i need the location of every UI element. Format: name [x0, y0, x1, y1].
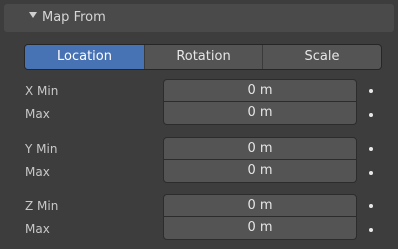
y-min-label: Y Min	[25, 142, 58, 156]
z-min-field[interactable]: 0 m	[163, 194, 357, 217]
panel-header-map-from[interactable]: Map From	[4, 4, 394, 32]
mapping-mode-selector: Location Rotation Scale	[24, 44, 382, 70]
disclosure-triangle-icon[interactable]	[29, 12, 37, 18]
y-max-keyframe-dot-icon[interactable]	[369, 171, 373, 175]
y-min-keyframe-dot-icon[interactable]	[369, 147, 373, 151]
z-max-label: Max	[25, 222, 50, 236]
z-min-keyframe-dot-icon[interactable]	[369, 204, 373, 208]
z-max-field[interactable]: 0 m	[163, 217, 357, 240]
z-max-keyframe-dot-icon[interactable]	[369, 228, 373, 232]
panel-title: Map From	[42, 10, 106, 25]
location-button[interactable]: Location	[25, 45, 144, 69]
y-max-label: Max	[25, 165, 50, 179]
y-max-field[interactable]: 0 m	[163, 160, 357, 183]
x-max-field[interactable]: 0 m	[163, 102, 357, 125]
x-min-label: X Min	[25, 84, 59, 98]
scale-button[interactable]: Scale	[262, 45, 381, 69]
x-max-keyframe-dot-icon[interactable]	[369, 113, 373, 117]
rotation-button[interactable]: Rotation	[144, 45, 262, 69]
x-max-label: Max	[25, 107, 50, 121]
z-min-label: Z Min	[25, 199, 59, 213]
x-min-keyframe-dot-icon[interactable]	[369, 89, 373, 93]
y-min-field[interactable]: 0 m	[163, 137, 357, 160]
x-min-field[interactable]: 0 m	[163, 79, 357, 102]
map-from-panel: Map From Location Rotation Scale X Min 0…	[0, 0, 398, 249]
